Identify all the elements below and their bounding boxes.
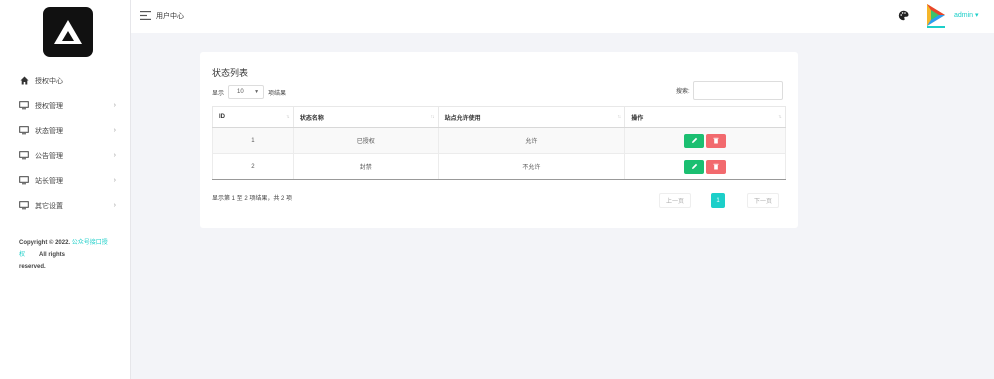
cell-name: 已授权: [292, 127, 439, 154]
sidebar-item-label: 授权中心: [35, 77, 63, 85]
monitor-icon: [19, 176, 29, 186]
delete-button[interactable]: [706, 159, 727, 174]
sidebar-item-auth-manage[interactable]: 授权管理 ›: [0, 93, 131, 118]
sidebar-item-label: 站长管理: [35, 177, 63, 185]
sidebar: 授权中心 授权管理 › 状态管理 › 公告管理 › 站长管理 › 其它设置 › …: [0, 0, 131, 379]
monitor-icon: [19, 101, 29, 111]
prev-page-button[interactable]: 上一页: [659, 193, 691, 208]
copyright: Copyright © 2022. 公众号接口授 权 All rights res…: [19, 237, 124, 273]
avatar[interactable]: [924, 2, 948, 29]
sort-icon: ↑↓: [430, 114, 435, 120]
sidebar-item-label: 其它设置: [35, 202, 63, 210]
length-prefix: 显示: [212, 90, 225, 97]
monitor-icon: [19, 151, 29, 161]
caret-down-icon: ▼: [254, 89, 260, 95]
cell-name: 封禁: [292, 153, 439, 180]
cell-id: 2: [212, 153, 294, 180]
length-suffix: 项结果: [268, 90, 287, 97]
delete-button[interactable]: [706, 133, 727, 148]
monitor-icon: [19, 201, 29, 211]
chevron-right-icon: ›: [113, 127, 116, 134]
monitor-icon: [19, 126, 29, 136]
cell-actions: [624, 153, 786, 180]
page-length-select[interactable]: 10 ▼: [228, 85, 265, 99]
page-length-value: 10: [237, 89, 244, 95]
column-header-allowed[interactable]: 站点允许使用 ↑↓: [437, 106, 626, 128]
trash-icon: [713, 163, 719, 170]
edit-button[interactable]: [684, 133, 705, 148]
pencil-icon: [691, 163, 697, 169]
chevron-right-icon: ›: [113, 152, 116, 159]
copyright-end: reserved.: [19, 264, 46, 270]
pagination: 上一页 1 下一页: [659, 193, 779, 208]
status-table: ID ↑↓ 状态名称 ↑↓ 站点允许使用 ↑↓ 操作 ↑↓ 1 已授权 允许 2…: [212, 106, 786, 180]
sidebar-item-status-manage[interactable]: 状态管理 ›: [0, 118, 131, 143]
sort-icon: ↑↓: [285, 114, 290, 120]
chevron-right-icon: ›: [113, 202, 116, 209]
edit-button[interactable]: [684, 159, 705, 174]
search-input[interactable]: [692, 81, 783, 100]
search-control: 搜索:: [676, 81, 783, 100]
sidebar-item-admin-manage[interactable]: 站长管理 ›: [0, 168, 131, 193]
column-header-actions[interactable]: 操作 ↑↓: [624, 106, 786, 128]
sort-icon: ↑↓: [778, 114, 782, 120]
sort-icon: ↑↓: [617, 114, 621, 120]
palette-icon[interactable]: [898, 10, 909, 21]
sidebar-item-label: 授权管理: [35, 102, 63, 110]
sidebar-item-label: 状态管理: [35, 127, 63, 135]
cell-actions: [624, 127, 786, 154]
cell-allowed: 允许: [437, 127, 626, 154]
cell-id: 1: [212, 127, 294, 154]
table-info: 显示第 1 至 2 项结果，共 2 项: [212, 196, 293, 202]
status-list-card: 状态列表 显示 10 ▼ 项结果 搜索: ID ↑↓ 状态名称 ↑↓ 站点允许使用 ↑…: [200, 52, 798, 228]
topbar: 用户中心 admin ▾: [131, 0, 994, 33]
sidebar-item-notice-manage[interactable]: 公告管理 ›: [0, 143, 131, 168]
table-row: 2 封禁 不允许: [212, 153, 786, 180]
logo-icon: [54, 20, 82, 44]
copyright-prefix: Copyright © 2022.: [19, 240, 72, 246]
cell-allowed: 不允许: [437, 153, 626, 180]
column-header-id[interactable]: ID ↑↓: [212, 106, 294, 128]
sidebar-item-other-settings[interactable]: 其它设置 ›: [0, 193, 131, 218]
next-page-button[interactable]: 下一页: [747, 193, 779, 208]
page-title: 用户中心: [156, 13, 184, 20]
sidebar-item-label: 公告管理: [35, 152, 63, 160]
user-menu[interactable]: admin ▾: [954, 11, 979, 19]
home-icon: [19, 76, 29, 86]
trash-icon: [713, 137, 719, 144]
column-header-name[interactable]: 状态名称 ↑↓: [292, 106, 439, 128]
copyright-suffix: All rights: [39, 252, 66, 258]
chevron-right-icon: ›: [113, 177, 116, 184]
pencil-icon: [691, 137, 697, 143]
logo[interactable]: [43, 7, 93, 57]
page-1-button[interactable]: 1: [711, 193, 725, 208]
search-label: 搜索:: [676, 89, 690, 95]
sidebar-nav: 授权中心 授权管理 › 状态管理 › 公告管理 › 站长管理 › 其它设置 ›: [0, 68, 131, 218]
table-row: 1 已授权 允许: [212, 127, 786, 154]
sidebar-item-auth-center[interactable]: 授权中心: [0, 68, 131, 93]
copyright-link[interactable]: 公众号接口授: [72, 240, 108, 246]
card-title: 状态列表: [212, 68, 249, 78]
page-length-control: 显示 10 ▼ 项结果: [212, 85, 286, 99]
menu-toggle-icon[interactable]: [140, 11, 151, 20]
chevron-right-icon: ›: [113, 102, 116, 109]
table-header-row: ID ↑↓ 状态名称 ↑↓ 站点允许使用 ↑↓ 操作 ↑↓: [212, 106, 786, 128]
copyright-link-cont[interactable]: 权: [19, 252, 25, 258]
